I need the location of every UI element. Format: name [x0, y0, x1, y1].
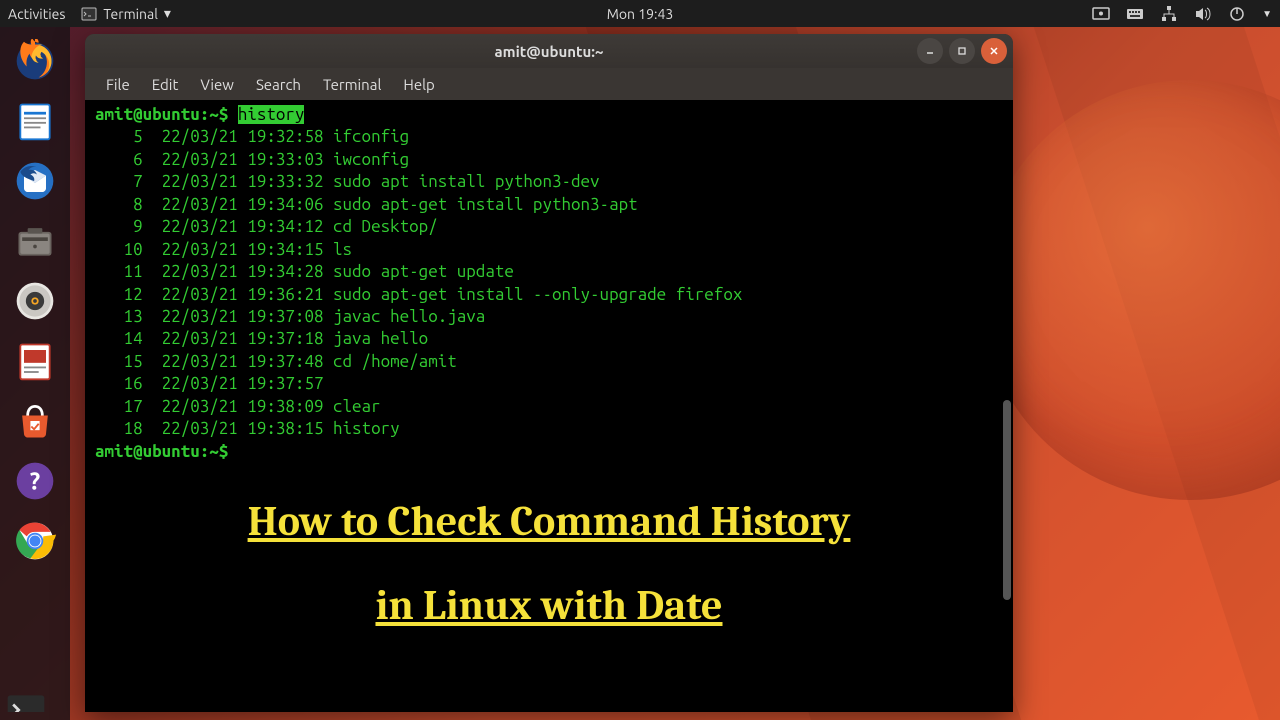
- dock-files[interactable]: [9, 215, 61, 267]
- dock-firefox[interactable]: [9, 35, 61, 87]
- dock-software[interactable]: [9, 395, 61, 447]
- history-row: 17 22/03/21 19:38:09 clear: [95, 396, 1003, 418]
- history-row: 13 22/03/21 19:37:08 javac hello.java: [95, 306, 1003, 328]
- history-row: 18 22/03/21 19:38:15 history: [95, 418, 1003, 440]
- keyboard-icon[interactable]: [1126, 5, 1144, 23]
- menu-file[interactable]: File: [95, 76, 141, 93]
- app-menu[interactable]: Terminal ▾: [81, 5, 171, 22]
- history-row: 15 22/03/21 19:37:48 cd /home/amit: [95, 351, 1003, 373]
- terminal-icon: [81, 6, 97, 22]
- history-row: 11 22/03/21 19:34:28 sudo apt-get update: [95, 261, 1003, 283]
- menu-edit[interactable]: Edit: [141, 76, 190, 93]
- app-menu-label: Terminal: [103, 6, 158, 22]
- history-row: 12 22/03/21 19:36:21 sudo apt-get instal…: [95, 284, 1003, 306]
- menu-search[interactable]: Search: [245, 76, 312, 93]
- history-row: 8 22/03/21 19:34:06 sudo apt-get install…: [95, 194, 1003, 216]
- history-row: 14 22/03/21 19:37:18 java hello: [95, 328, 1003, 350]
- activities-button[interactable]: Activities: [8, 6, 65, 22]
- chevron-down-icon[interactable]: ▼: [1262, 8, 1272, 20]
- menubar: File Edit View Search Terminal Help: [85, 68, 1013, 100]
- dock-thunderbird[interactable]: [9, 155, 61, 207]
- window-title: amit@ubuntu:~: [495, 43, 604, 60]
- dock-help[interactable]: ?: [9, 455, 61, 507]
- window-titlebar[interactable]: amit@ubuntu:~: [85, 34, 1013, 68]
- dock-terminal[interactable]: [0, 688, 52, 712]
- typed-command: history: [238, 105, 305, 124]
- menu-help[interactable]: Help: [392, 76, 445, 93]
- top-panel: Activities Terminal ▾ Mon 19:43 ▼: [0, 0, 1280, 27]
- dock-writer[interactable]: [9, 95, 61, 147]
- clock[interactable]: Mon 19:43: [607, 6, 674, 22]
- svg-text:?: ?: [30, 467, 40, 494]
- maximize-button[interactable]: [949, 38, 975, 64]
- network-icon[interactable]: [1160, 5, 1178, 23]
- menu-terminal[interactable]: Terminal: [312, 76, 392, 93]
- scrollbar-thumb[interactable]: [1003, 400, 1011, 600]
- chevron-down-icon: ▾: [164, 5, 171, 22]
- prompt: amit@ubuntu:~$: [95, 105, 228, 124]
- history-row: 6 22/03/21 19:33:03 iwconfig: [95, 149, 1003, 171]
- volume-icon[interactable]: [1194, 5, 1212, 23]
- terminal-window: amit@ubuntu:~ File Edit View Search Term…: [85, 34, 1013, 712]
- launcher-dock: ?: [0, 27, 70, 720]
- dock-chrome[interactable]: [9, 515, 61, 567]
- caption-overlay: How to Check Command History in Linux wi…: [85, 480, 1013, 648]
- terminal-body[interactable]: amit@ubuntu:~$ history 5 22/03/21 19:32:…: [85, 100, 1013, 712]
- history-row: 5 22/03/21 19:32:58 ifconfig: [95, 126, 1003, 148]
- close-button[interactable]: [981, 38, 1007, 64]
- caption-line-1: How to Check Command History: [85, 480, 1013, 564]
- history-row: 9 22/03/21 19:34:12 cd Desktop/: [95, 216, 1003, 238]
- screencast-icon[interactable]: [1092, 5, 1110, 23]
- power-icon[interactable]: [1228, 5, 1246, 23]
- caption-line-2: in Linux with Date: [85, 564, 1013, 648]
- history-row: 10 22/03/21 19:34:15 ls: [95, 239, 1003, 261]
- dock-rhythmbox[interactable]: [9, 275, 61, 327]
- history-row: 7 22/03/21 19:33:32 sudo apt install pyt…: [95, 171, 1003, 193]
- menu-view[interactable]: View: [189, 76, 245, 93]
- minimize-button[interactable]: [917, 38, 943, 64]
- prompt: amit@ubuntu:~$: [95, 442, 228, 461]
- dock-impress[interactable]: [9, 335, 61, 387]
- history-row: 16 22/03/21 19:37:57: [95, 373, 1003, 395]
